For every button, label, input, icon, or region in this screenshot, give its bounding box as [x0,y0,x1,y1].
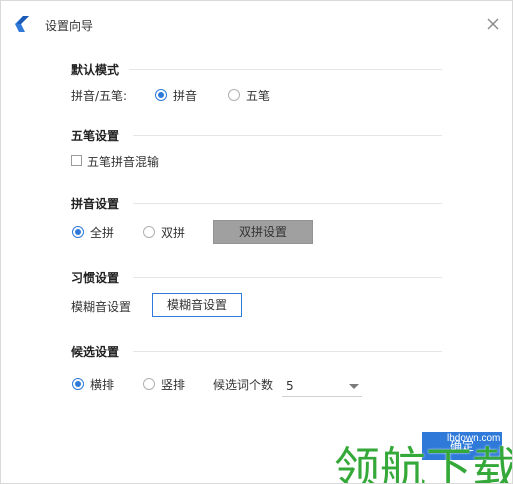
radio-double-pinyin-label[interactable]: 双拼 [161,224,185,241]
candidate-settings-title: 候选设置 [71,345,120,359]
settings-wizard-window: 设置向导 默认模式 拼音/五笔: 拼音 五笔 五笔设置 五笔拼音混输 拼音设置 … [0,0,513,484]
wubi-pinyin-mixed-label[interactable]: 五笔拼音混输 [87,153,159,170]
radio-pinyin[interactable] [155,89,167,101]
radio-horizontal-label[interactable]: 横排 [90,376,114,393]
watermark-site: lhdown.com [447,433,501,444]
radio-vertical-label[interactable]: 竖排 [161,376,185,393]
habit-settings-title: 习惯设置 [71,271,120,285]
radio-vertical[interactable] [143,378,155,390]
radio-wubi[interactable] [228,89,240,101]
wubi-settings-title: 五笔设置 [71,129,120,143]
pinyin-settings-title: 拼音设置 [71,197,120,211]
window-title: 设置向导 [45,19,94,33]
candidate-count-select[interactable]: 5 [282,375,362,397]
candidate-count-value: 5 [286,379,294,393]
wubi-pinyin-mixed-checkbox[interactable] [71,155,82,166]
chevron-down-icon [349,384,359,389]
section-divider [133,203,442,204]
radio-double-pinyin[interactable] [143,226,155,238]
double-pinyin-settings-button[interactable]: 双拼设置 [213,220,313,244]
default-mode-title: 默认模式 [71,63,120,77]
radio-full-pinyin-label[interactable]: 全拼 [90,224,114,241]
fuzzy-sound-settings-button[interactable]: 模糊音设置 [152,293,242,317]
section-divider [129,69,442,70]
close-icon[interactable] [485,16,501,32]
candidate-count-label: 候选词个数 [213,378,274,392]
app-logo-icon [15,16,29,32]
section-divider [133,277,442,278]
radio-full-pinyin[interactable] [72,226,84,238]
section-divider [133,351,442,352]
mode-field-label: 拼音/五笔: [71,89,128,103]
fuzzy-sound-field-label: 模糊音设置 [71,300,132,314]
section-divider [133,135,442,136]
radio-horizontal[interactable] [72,378,84,390]
title-bar: 设置向导 [1,1,512,45]
radio-wubi-label[interactable]: 五笔 [246,87,270,104]
radio-pinyin-label[interactable]: 拼音 [173,87,197,104]
